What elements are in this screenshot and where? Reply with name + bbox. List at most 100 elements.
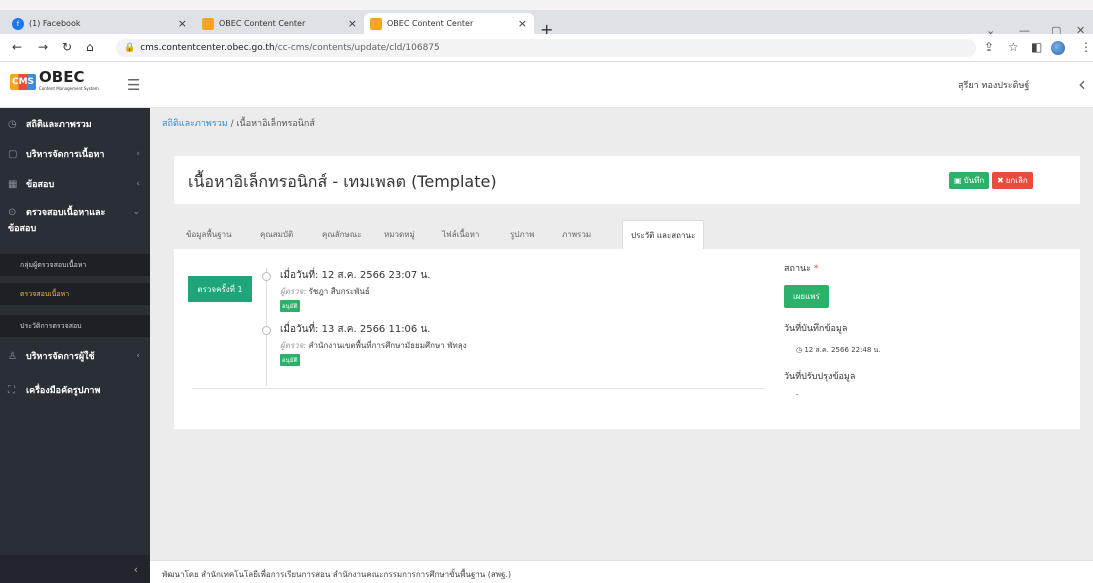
sidebar-subitem-label: กลุ่มผู้ตรวจสอบเนื้อหา [20,260,87,269]
tab-label: ประวัติ และสถานะ [631,230,696,240]
close-icon[interactable]: × [348,17,357,30]
window-top-strip [0,0,1093,10]
browser-tab-obec-1[interactable]: OBEC Content Center × [196,13,364,34]
content-icon: ▢ [8,148,18,160]
sidebar-item-label: บริหารจัดการผู้ใช้ [26,352,95,362]
status-publish-button[interactable]: เผยแพร่ [784,285,829,308]
close-icon[interactable]: × [518,17,527,30]
clock-icon: ◷ [796,346,803,354]
url-field[interactable]: 🔒 cms.contentcenter.obec.go.th/cc-cms/co… [116,39,976,57]
bookmark-star-icon[interactable]: ☆ [1008,40,1019,54]
created-date-label: วันที่บันทึกข้อมูล [784,324,848,334]
tab-overview[interactable]: ภาพรวม [562,220,591,249]
review-round-badge: ตรวจครั้งที่ 1 [188,276,252,302]
close-icon[interactable]: × [178,17,187,30]
sidebar-item-label: ข้อสอบ [8,224,37,234]
exam-icon: ▦ [8,178,18,190]
chevron-down-icon: ⌄ [132,207,140,217]
sidebar-item-review[interactable]: ⊙ ตรวจสอบเนื้อหาและ ⌄ [0,204,150,220]
sidebar-item-label: ตรวจสอบเนื้อหาและ [26,208,106,218]
timeline-entry: เมื่อวันที่: 12 ส.ค. 2566 23:07 น. ผู้ตร… [280,268,430,312]
app-header: CMS OBEC Content Management System ☰ สุร… [0,62,1093,108]
tab-basic-info[interactable]: ข้อมูลพื้นฐาน [186,220,232,249]
url-path: /cc-cms/contents/update/cld/106875 [274,43,440,53]
tab-label: รูปภาพ [510,230,535,239]
approved-tag: อนุมัติ [280,300,300,312]
approved-tag: อนุมัติ [280,354,300,366]
reviewer-prefix: ผู้ตรวจ: [280,287,307,296]
chevron-left-icon[interactable]: ‹ [1078,72,1086,96]
home-icon[interactable]: ⌂ [86,40,94,54]
status-label-text: สถานะ [784,264,811,274]
tab-label: คุณสมบัติ [260,230,294,239]
profile-avatar-icon[interactable] [1051,41,1065,55]
tab-history-status[interactable]: ประวัติ และสถานะ [622,220,705,249]
sidebar-subitem-review-content[interactable]: ตรวจสอบเนื้อหา [0,283,150,305]
footer: พัฒนาโดย สำนักเทคโนโลยีเพื่อการเรียนการส… [150,560,1093,583]
cancel-button-label: ยกเลิก [1005,176,1028,185]
tab-title: OBEC Content Center [219,19,306,28]
save-button-label: บันทึก [963,176,985,185]
timeline-dot [262,326,271,335]
tab-content-files[interactable]: ไฟล์เนื้อหา [442,220,479,249]
logo-subtitle: Content Management System [39,86,99,91]
sidebar-subitem-reviewer-groups[interactable]: กลุ่มผู้ตรวจสอบเนื้อหา [0,254,150,276]
title-card: เนื้อหาอิเล็กทรอนิกส์ - เทมเพลต (Templat… [174,156,1080,204]
tab-label: คุณลักษณะ [322,230,362,239]
sidebar-collapse-button[interactable]: ‹ [0,555,150,583]
sidebar-item-label: บริหารจัดการเนื้อหา [26,150,105,160]
required-mark: * [813,264,819,274]
sidebar-item-exam[interactable]: ▦ ข้อสอบ ‹ [0,174,150,194]
breadcrumb: สถิติและภาพรวม / เนื้อหาอิเล็กทรอนิกส์ [162,116,315,130]
lock-icon: 🔒 [124,43,136,53]
content-tabs: ข้อมูลพื้นฐาน คุณสมบัติ คุณลักษณะ หมวดหม… [174,220,1080,249]
review-date: เมื่อวันที่: 12 ส.ค. 2566 23:07 น. [280,270,431,281]
sidebar-item-review-cont[interactable]: ข้อสอบ [0,220,150,236]
url-host: cms.contentcenter.obec.go.th [140,43,275,53]
tab-label: ข้อมูลพื้นฐาน [186,230,232,239]
tab-label: ภาพรวม [562,230,592,239]
reviewer-name: รัชฎา สืบกระพันธ์ [308,287,370,296]
menu-kebab-icon[interactable]: ⋮ [1080,40,1092,54]
chevron-left-icon: ‹ [136,351,140,361]
browser-tab-obec-2[interactable]: OBEC Content Center × [364,13,534,34]
forward-icon[interactable]: → [38,40,48,54]
tab-attributes[interactable]: คุณลักษณะ [322,220,362,249]
sidebar-item-dashboard[interactable]: ◷ สถิติและภาพรวม [0,114,150,134]
chevron-left-icon: ‹ [136,179,140,189]
cancel-button[interactable]: ✖ ยกเลิก [992,172,1033,189]
sidebar-subitem-review-history[interactable]: ประวัติการตรวจสอบ [0,315,150,337]
reviewer-prefix: ผู้ตรวจ: [280,341,307,350]
page-title: เนื้อหาอิเล็กทรอนิกส์ - เทมเพลต (Templat… [188,172,497,191]
breadcrumb-link[interactable]: สถิติและภาพรวม [162,119,228,129]
sidebar-item-users[interactable]: ♙ บริหารจัดการผู้ใช้ ‹ [0,346,150,366]
obec-favicon-icon [370,17,382,30]
share-icon[interactable]: ⇪ [984,40,994,54]
status-label: สถานะ * [784,261,818,275]
user-name[interactable]: สุรียา ทองประดิษฐ์ [958,78,1029,92]
sidepanel-icon[interactable]: ◧ [1031,40,1042,54]
tab-title: (1) Facebook [29,19,81,28]
tab-label: หมวดหมู่ [384,230,415,239]
tab-images[interactable]: รูปภาพ [510,220,534,249]
sidebar-item-content[interactable]: ▢ บริหารจัดการเนื้อหา ‹ [0,144,150,164]
history-status-panel: ตรวจครั้งที่ 1 เมื่อวันที่: 12 ส.ค. 2566… [174,249,1080,429]
sidebar-item-image-tool[interactable]: ⛶ เครื่องมือคัดรูปภาพ [0,380,150,400]
hamburger-menu-icon[interactable]: ☰ [127,76,140,94]
obec-logo[interactable]: CMS OBEC Content Management System [10,70,99,93]
save-button[interactable]: ▣ บันทึก [949,172,990,189]
tab-properties[interactable]: คุณสมบัติ [260,220,293,249]
obec-favicon-icon [202,17,214,30]
sidebar-subitem-label: ตรวจสอบเนื้อหา [20,289,70,298]
logo-title: OBEC [39,68,85,86]
main-content: สถิติและภาพรวม / เนื้อหาอิเล็กทรอนิกส์ เ… [150,108,1093,560]
sidebar-subitem-label: ประวัติการตรวจสอบ [20,321,82,330]
updated-date-value: - [796,391,799,399]
logo-badge: CMS [10,73,37,90]
browser-tab-bar: f (1) Facebook × OBEC Content Center × O… [0,10,1093,38]
sidebar-item-label: ข้อสอบ [26,180,55,190]
browser-tab-facebook[interactable]: f (1) Facebook × [6,13,194,34]
back-icon[interactable]: ← [12,40,22,54]
tab-categories[interactable]: หมวดหมู่ [384,220,415,249]
reload-icon[interactable]: ↻ [62,40,72,54]
